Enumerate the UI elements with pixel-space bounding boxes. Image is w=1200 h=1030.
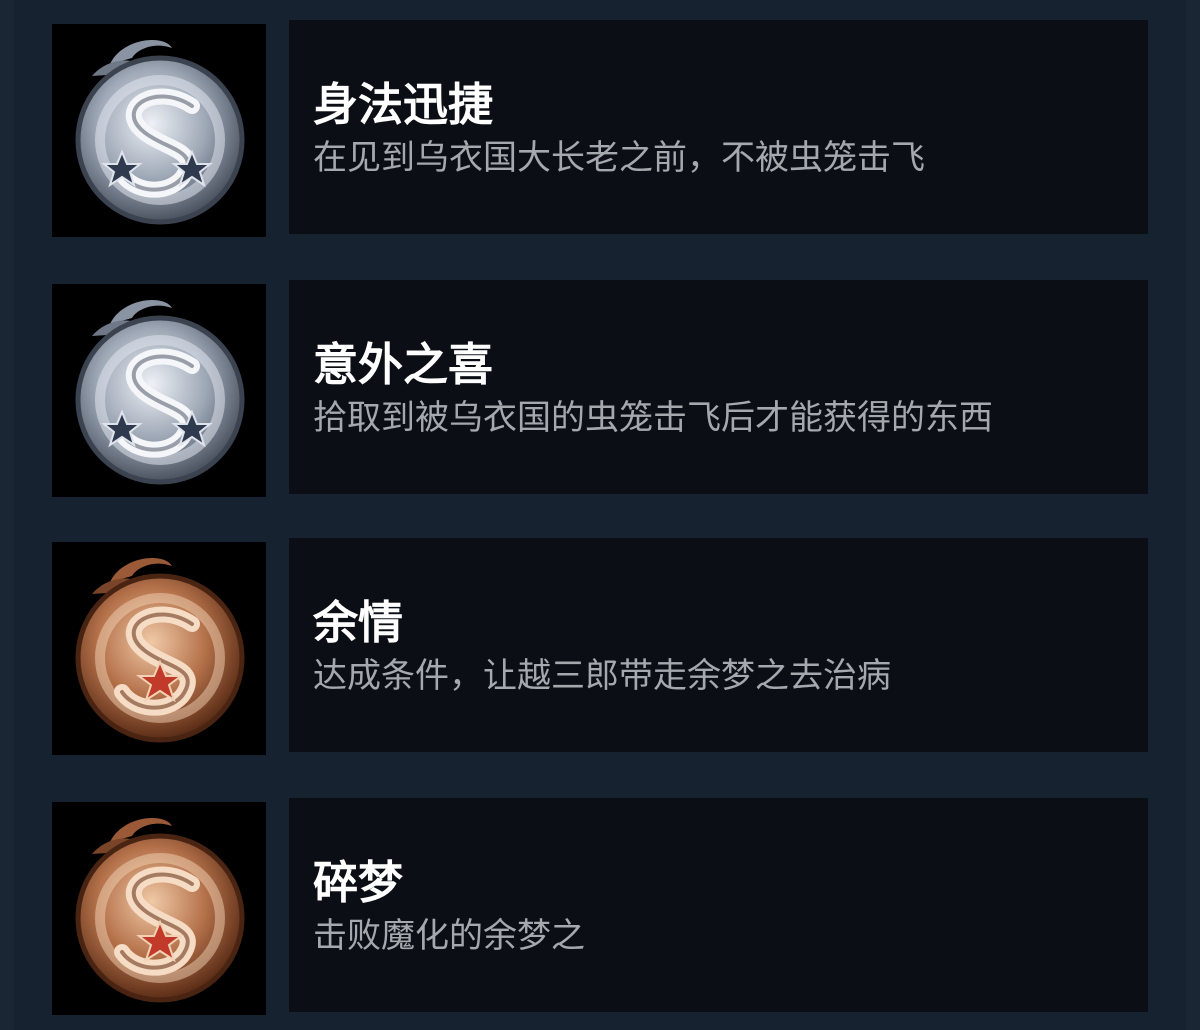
achievement-description: 拾取到被乌衣国的虫笼击飞后才能获得的东西 bbox=[313, 398, 993, 438]
achievement-description: 达成条件，让越三郎带走余梦之去治病 bbox=[313, 656, 891, 696]
achievement-row[interactable]: 意外之喜 拾取到被乌衣国的虫笼击飞后才能获得的东西 bbox=[0, 280, 1200, 497]
achievement-card: 碎梦 击败魔化的余梦之 bbox=[289, 798, 1148, 1012]
achievement-card: 身法迅捷 在见到乌衣国大长老之前，不被虫笼击飞 bbox=[289, 20, 1148, 234]
bronze-dragon-badge-icon bbox=[52, 542, 266, 755]
achievement-row[interactable]: 身法迅捷 在见到乌衣国大长老之前，不被虫笼击飞 bbox=[0, 20, 1200, 237]
achievement-title: 余情 bbox=[313, 596, 404, 649]
achievement-title: 身法迅捷 bbox=[313, 78, 494, 131]
silver-dragon-badge-icon bbox=[52, 284, 266, 497]
bronze-dragon-badge-icon bbox=[52, 802, 266, 1015]
achievement-title: 碎梦 bbox=[313, 856, 404, 909]
achievement-row[interactable]: 碎梦 击败魔化的余梦之 bbox=[0, 798, 1200, 1015]
achievement-description: 击败魔化的余梦之 bbox=[313, 916, 585, 956]
achievement-card: 意外之喜 拾取到被乌衣国的虫笼击飞后才能获得的东西 bbox=[289, 280, 1148, 494]
achievement-row[interactable]: 余情 达成条件，让越三郎带走余梦之去治病 bbox=[0, 538, 1200, 755]
achievement-card: 余情 达成条件，让越三郎带走余梦之去治病 bbox=[289, 538, 1148, 752]
silver-dragon-badge-icon bbox=[52, 24, 266, 237]
achievement-title: 意外之喜 bbox=[313, 338, 494, 391]
achievement-description: 在见到乌衣国大长老之前，不被虫笼击飞 bbox=[313, 138, 925, 178]
